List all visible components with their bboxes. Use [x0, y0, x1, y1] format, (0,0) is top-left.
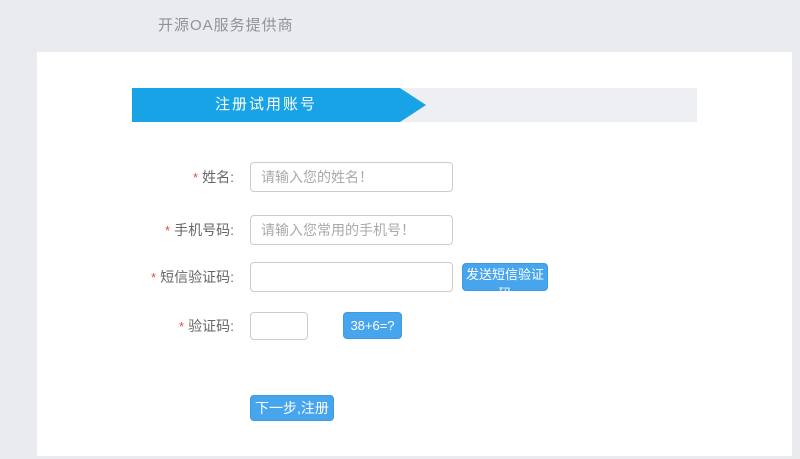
required-asterisk: *	[179, 319, 185, 334]
required-asterisk: *	[165, 223, 171, 238]
form-row-captcha: * 验证码: 38+6=?	[37, 311, 792, 341]
name-label-text: 姓名:	[202, 169, 234, 185]
form-row-phone: * 手机号码:	[37, 215, 792, 245]
phone-input[interactable]	[250, 215, 453, 245]
phone-label: * 手机号码:	[37, 215, 234, 246]
required-asterisk: *	[193, 170, 199, 185]
top-header: 开源OA服务提供商	[0, 0, 800, 52]
submit-register-button[interactable]: 下一步,注册	[250, 395, 334, 421]
step-banner-track: 注册试用账号	[132, 88, 697, 122]
captcha-label: * 验证码:	[37, 311, 234, 342]
step-banner-arrow: 注册试用账号	[132, 88, 426, 122]
sms-code-label: * 短信验证码:	[37, 262, 234, 293]
captcha-input[interactable]	[250, 312, 308, 340]
sms-code-input[interactable]	[250, 262, 453, 292]
content-panel: 注册试用账号 *姓名: *手机号码: *短信验证码: 发送短信验证码 *验证码:…	[37, 52, 792, 456]
required-asterisk: *	[151, 270, 157, 285]
name-label: * 姓名:	[37, 162, 234, 193]
captcha-question-button[interactable]: 38+6=?	[343, 312, 402, 339]
brand-title: 开源OA服务提供商	[158, 17, 294, 34]
form-row-name: * 姓名:	[37, 162, 792, 192]
step-banner-title: 注册试用账号	[214, 96, 317, 113]
sms-code-label-text: 短信验证码:	[160, 269, 234, 285]
name-input[interactable]	[250, 162, 453, 192]
phone-label-text: 手机号码:	[174, 222, 234, 238]
form-row-sms-code: * 短信验证码: 发送短信验证码	[37, 262, 792, 301]
captcha-label-text: 验证码:	[188, 318, 234, 334]
send-sms-code-button[interactable]: 发送短信验证码	[462, 263, 548, 301]
